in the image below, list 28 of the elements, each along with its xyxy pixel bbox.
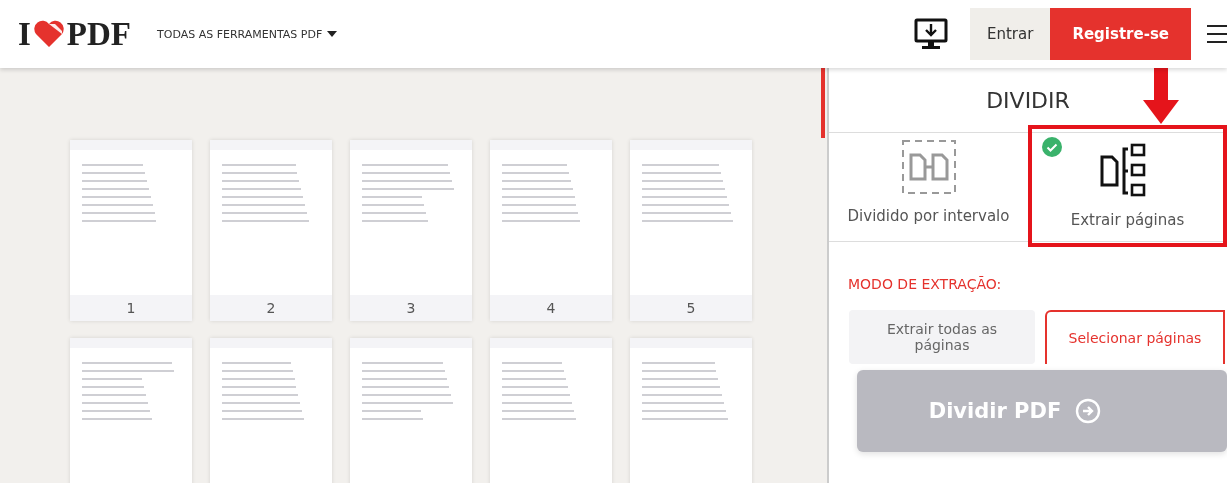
- section-label: MODO DE EXTRAÇÃO:: [848, 276, 1003, 292]
- page-thumbnail[interactable]: 2: [210, 140, 332, 321]
- arrow-circle-icon: [1075, 398, 1102, 424]
- extraction-mode-button[interactable]: Extrair todas as páginas: [849, 310, 1035, 364]
- caret-icon: [327, 31, 338, 37]
- split-mode-option[interactable]: Extrair páginas: [1028, 125, 1227, 247]
- check-icon: [1042, 137, 1062, 157]
- page-number: 1: [70, 295, 192, 321]
- page-number: 4: [490, 295, 612, 321]
- page-number: 5: [630, 295, 752, 321]
- page-thumbnail[interactable]: 5: [630, 140, 752, 321]
- signup-button[interactable]: Registre-se: [1050, 8, 1191, 60]
- scrollbar-thumb[interactable]: [821, 68, 825, 138]
- menu-icon[interactable]: [1207, 24, 1227, 44]
- login-button[interactable]: Entrar: [970, 8, 1051, 60]
- page-number: 3: [350, 295, 472, 321]
- page-thumbnail[interactable]: 1: [70, 140, 192, 321]
- down-arrow-icon: [1143, 68, 1179, 124]
- split-mode-option[interactable]: Dividido por intervalo: [829, 133, 1028, 241]
- logo[interactable]: I PDF: [18, 15, 131, 53]
- all-tools-menu[interactable]: TODAS AS FERRAMENTAS PDF: [157, 27, 338, 41]
- split-range-icon: [900, 139, 957, 195]
- page-thumbnail[interactable]: 4: [490, 140, 612, 321]
- page-thumbnail[interactable]: 3: [350, 140, 472, 321]
- desktop-download-icon[interactable]: [914, 18, 948, 50]
- page-number: 2: [210, 295, 332, 321]
- heart-icon: [31, 20, 66, 48]
- extraction-mode-button[interactable]: Selecionar páginas: [1045, 310, 1225, 364]
